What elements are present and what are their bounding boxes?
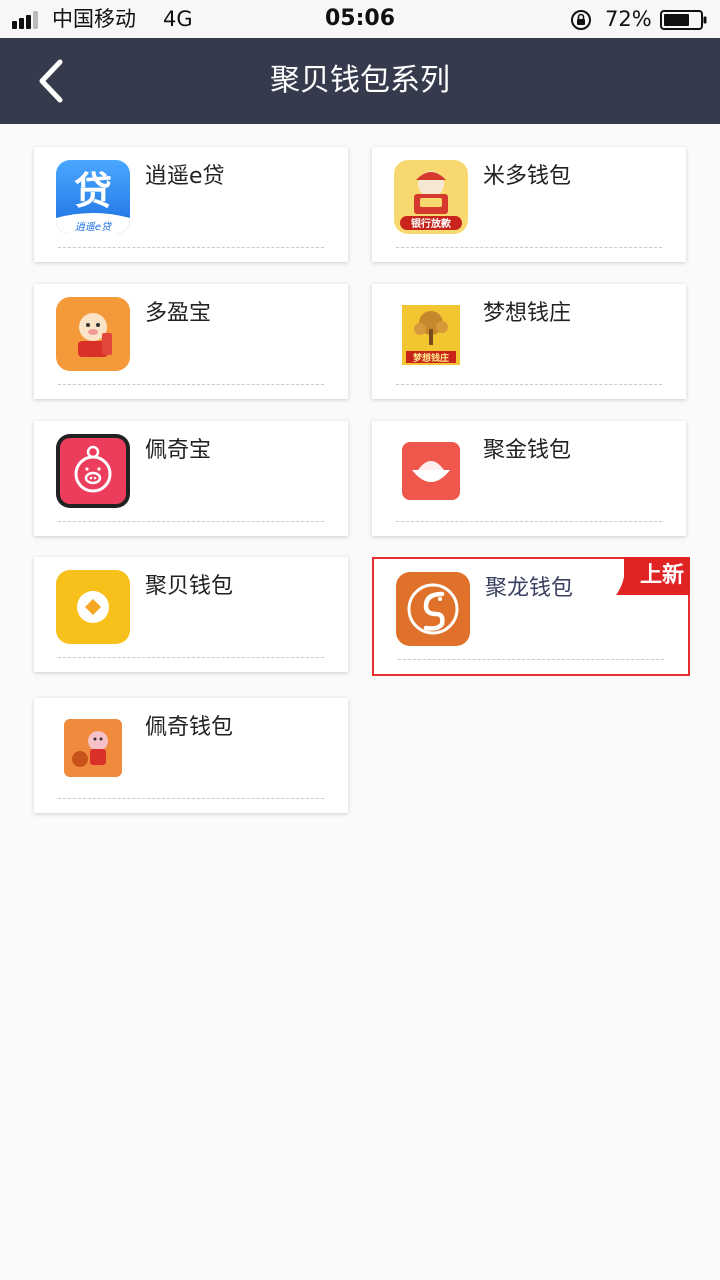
svg-text:银行放款: 银行放款 — [411, 217, 452, 230]
peiqibao-pig-logo-icon — [56, 434, 130, 508]
svg-text:贷: 贷 — [74, 169, 112, 213]
svg-text:逍遥e贷: 逍遥e贷 — [75, 221, 113, 233]
svg-text:梦想钱庄: 梦想钱庄 — [413, 352, 449, 364]
miduo-wallet-logo-icon: 银行放款 — [394, 160, 468, 234]
divider — [58, 657, 324, 658]
peiqi-wallet-logo-icon — [56, 711, 130, 785]
divider — [396, 247, 662, 248]
app-card-xiaoyao-e-dai[interactable]: 贷 逍遥e贷 逍遥e贷 — [34, 147, 348, 262]
app-name: 米多钱包 — [483, 164, 572, 189]
jubei-wallet-logo-icon — [56, 570, 130, 644]
app-name: 逍遥e贷 — [145, 164, 225, 189]
page-title: 聚贝钱包系列 — [270, 63, 450, 98]
mengxiang-qianzhuang-logo-icon: 梦想钱庄 — [394, 297, 468, 371]
back-button[interactable] — [28, 56, 76, 106]
app-name: 佩奇宝 — [145, 438, 212, 463]
app-name: 聚金钱包 — [483, 438, 572, 463]
app-card-duoyingbao[interactable]: 多盈宝 — [34, 284, 348, 399]
divider — [58, 798, 324, 799]
status-bar: 中国移动 4G 05:06 72% — [0, 0, 720, 38]
divider — [58, 384, 324, 385]
new-badge: 上新 — [616, 557, 690, 595]
duoyingbao-logo-icon — [56, 297, 130, 371]
app-name: 聚贝钱包 — [145, 574, 234, 599]
nav-bar: 聚贝钱包系列 — [0, 38, 720, 124]
jujin-wallet-logo-icon — [394, 434, 468, 508]
divider — [396, 521, 662, 522]
battery-percent: 72% — [605, 7, 652, 31]
divider — [58, 247, 324, 248]
app-name: 多盈宝 — [145, 301, 212, 326]
battery-icon — [660, 10, 707, 30]
new-badge-label: 上新 — [639, 563, 684, 588]
app-card-peiqibao[interactable]: 佩奇宝 — [34, 421, 348, 536]
app-card-mengxiang-qianzhuang[interactable]: 梦想钱庄 梦想钱庄 — [372, 284, 686, 399]
chevron-left-icon — [39, 59, 63, 103]
divider — [58, 521, 324, 522]
xiaoyao-e-dai-logo-icon: 贷 逍遥e贷 — [56, 160, 130, 234]
divider — [398, 659, 664, 660]
app-name: 佩奇钱包 — [145, 715, 234, 740]
app-card-jubei-wallet[interactable]: 聚贝钱包 — [34, 557, 348, 672]
app-card-julong-wallet[interactable]: 聚龙钱包 上新 — [372, 557, 690, 676]
app-name: 聚龙钱包 — [485, 576, 574, 601]
divider — [396, 384, 662, 385]
app-card-peiqi-wallet[interactable]: 佩奇钱包 — [34, 698, 348, 813]
app-card-jujin-wallet[interactable]: 聚金钱包 — [372, 421, 686, 536]
julong-dragon-logo-icon — [396, 572, 470, 646]
rotation-lock-icon — [571, 10, 591, 30]
app-name: 梦想钱庄 — [483, 301, 572, 326]
app-card-miduo-wallet[interactable]: 银行放款 米多钱包 — [372, 147, 686, 262]
